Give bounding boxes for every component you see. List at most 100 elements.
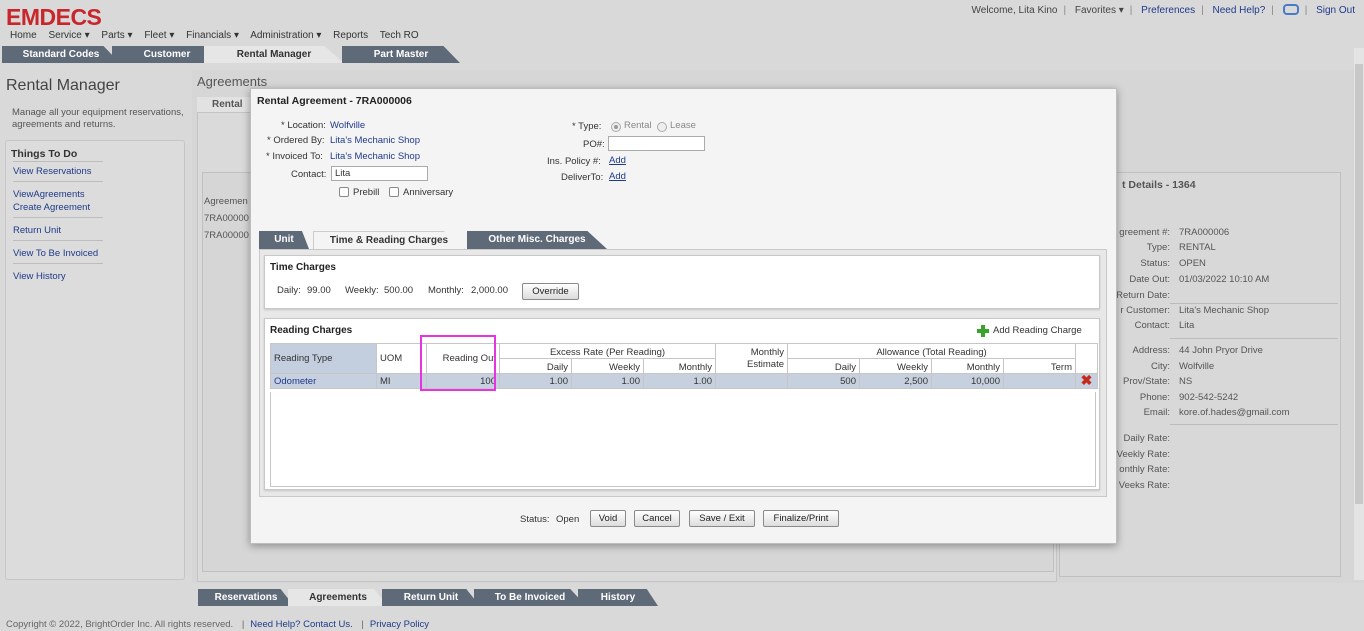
tab-rental-manager[interactable]: Rental Manager [204, 46, 344, 63]
contact-input[interactable] [331, 166, 428, 181]
footer-help-link[interactable]: Need Help? Contact Us. [250, 619, 352, 630]
tab-agreements[interactable]: Agreements [288, 589, 388, 606]
help-link[interactable]: Need Help? [1212, 5, 1265, 16]
user-toolbar: Welcome, Lita Kino | Favorites ▾ | Prefere… [971, 4, 1355, 16]
col-actions [1075, 343, 1098, 374]
bg-agreement-list: Agreemen 7RA00000 7RA00000 [204, 196, 254, 247]
row-allow-daily[interactable]: 500 [787, 373, 860, 389]
void-button[interactable]: Void [590, 510, 626, 527]
col-excess-rate: Excess Rate (Per Reading) [499, 343, 716, 359]
po-input[interactable] [608, 136, 705, 151]
deliver-to-add-link[interactable]: Add [609, 171, 626, 182]
tab-standard-codes[interactable]: Standard Codes [2, 46, 120, 63]
nav-techro[interactable]: Tech RO [380, 30, 419, 41]
nav-administration[interactable]: Administration ▾ [250, 30, 321, 41]
signout-link[interactable]: Sign Out [1316, 5, 1355, 16]
nav-parts[interactable]: Parts ▾ [101, 30, 132, 41]
monitor-icon[interactable] [1282, 4, 1299, 15]
page-footer: Copyright © 2022, BrightOrder Inc. All r… [6, 619, 429, 630]
preferences-link[interactable]: Preferences [1141, 5, 1195, 16]
tab-return-unit[interactable]: Return Unit [382, 589, 480, 606]
todo-return-unit[interactable]: Return Unit [13, 225, 61, 236]
row-delete[interactable]: ✖ [1075, 373, 1098, 389]
override-button[interactable]: Override [522, 283, 579, 300]
todo-view-agreements[interactable]: ViewAgreements [13, 189, 85, 200]
module-tabs: Standard Codes Customer Rental Manager P… [0, 46, 470, 63]
row-excess-weekly[interactable]: 1.00 [571, 373, 644, 389]
nav-reports[interactable]: Reports [333, 30, 368, 41]
invoiced-to-value[interactable]: Lita's Mechanic Shop [330, 151, 420, 162]
agreement-section-tabs: Reservations Agreements Return Unit To B… [192, 589, 672, 606]
nav-home[interactable]: Home [10, 30, 37, 41]
status-value: Open [556, 514, 580, 525]
monthly-label: Monthly: [428, 285, 464, 296]
type-lease-radio[interactable] [657, 122, 667, 132]
bg-rental-tab[interactable]: Rental [197, 97, 257, 112]
app-logo[interactable]: EMDECS [6, 4, 102, 31]
row-monthly-estimate [715, 373, 788, 389]
status-label: Status: [520, 514, 550, 525]
table-row[interactable]: Odometer MI 100 1.00 1.00 1.00 500 2,500… [270, 373, 1098, 389]
col-allow-weekly: Weekly [859, 358, 932, 374]
things-to-do-title: Things To Do [11, 148, 78, 160]
prebill-checkbox[interactable] [339, 187, 349, 197]
add-icon[interactable] [977, 325, 989, 337]
cancel-button[interactable]: Cancel [634, 510, 680, 527]
nav-financials[interactable]: Financials ▾ [186, 30, 239, 41]
tab-to-be-invoiced[interactable]: To Be Invoiced [474, 589, 586, 606]
tab-part-master[interactable]: Part Master [342, 46, 460, 63]
time-charges-box: Time Charges Daily: 99.00 Weekly: 500.00… [264, 255, 1100, 309]
list-item[interactable]: 7RA00000 [204, 230, 254, 247]
todo-view-reservations[interactable]: View Reservations [13, 166, 92, 177]
reading-charges-title: Reading Charges [270, 325, 353, 336]
tab-history[interactable]: History [578, 589, 658, 606]
add-reading-charge-link[interactable]: Add Reading Charge [993, 325, 1082, 336]
col-allow-monthly: Monthly [931, 358, 1004, 374]
row-reading-type[interactable]: Odometer [270, 373, 377, 389]
tab-time-reading-charges[interactable]: Time & Reading Charges [313, 231, 465, 249]
daily-rate: 99.00 [307, 285, 331, 296]
ins-policy-label: Ins. Policy #: [547, 156, 601, 167]
col-reading-type: Reading Type [270, 343, 377, 374]
nav-fleet[interactable]: Fleet ▾ [144, 30, 174, 41]
row-allow-term[interactable] [1003, 373, 1076, 389]
po-label: PO#: [583, 139, 605, 150]
tab-content: Time Charges Daily: 99.00 Weekly: 500.00… [259, 249, 1107, 497]
todo-create-agreement[interactable]: Create Agreement [13, 202, 90, 213]
delete-icon[interactable]: ✖ [1081, 373, 1093, 387]
weekly-label: Weekly: [345, 285, 379, 296]
row-excess-daily[interactable]: 1.00 [499, 373, 572, 389]
tab-other-misc-charges[interactable]: Other Misc. Charges [467, 231, 607, 249]
anniversary-checkbox[interactable] [389, 187, 399, 197]
location-value[interactable]: Wolfville [330, 120, 365, 131]
col-excess-monthly: Monthly [643, 358, 716, 374]
type-lease-label: Lease [670, 120, 696, 131]
page-scrollbar-thumb[interactable] [1355, 64, 1363, 504]
row-allow-monthly[interactable]: 10,000 [931, 373, 1004, 389]
things-to-do-panel: Things To Do View Reservations ViewAgree… [5, 140, 185, 580]
col-uom: UOM [376, 343, 427, 374]
page-title: Rental Manager [6, 77, 120, 94]
ordered-by-value[interactable]: Lita's Mechanic Shop [330, 135, 420, 146]
todo-view-to-be-invoiced[interactable]: View To Be Invoiced [13, 248, 98, 259]
col-excess-weekly: Weekly [571, 358, 644, 374]
col-allowance: Allowance (Total Reading) [787, 343, 1076, 359]
todo-view-history[interactable]: View History [13, 271, 66, 282]
agreements-title: Agreements [197, 74, 268, 89]
row-allow-weekly[interactable]: 2,500 [859, 373, 932, 389]
finalize-print-button[interactable]: Finalize/Print [763, 510, 839, 527]
type-rental-radio[interactable] [611, 122, 621, 132]
list-item[interactable]: 7RA00000 [204, 213, 254, 230]
tab-reservations[interactable]: Reservations [198, 589, 294, 606]
copyright-text: Copyright © 2022, BrightOrder Inc. All r… [6, 619, 234, 630]
nav-service[interactable]: Service ▾ [48, 30, 89, 41]
ins-policy-add-link[interactable]: Add [609, 155, 626, 166]
save-exit-button[interactable]: Save / Exit [689, 510, 755, 527]
weekly-rate: 500.00 [384, 285, 414, 296]
row-excess-monthly[interactable]: 1.00 [643, 373, 716, 389]
privacy-link[interactable]: Privacy Policy [370, 619, 429, 630]
tab-unit[interactable]: Unit [259, 231, 309, 249]
left-panel: Rental Manager Manage all your equipment… [0, 63, 190, 583]
rental-agreement-dialog: Rental Agreement - 7RA000006 * Location:… [250, 88, 1117, 544]
favorites-menu[interactable]: Favorites ▾ [1075, 5, 1124, 16]
